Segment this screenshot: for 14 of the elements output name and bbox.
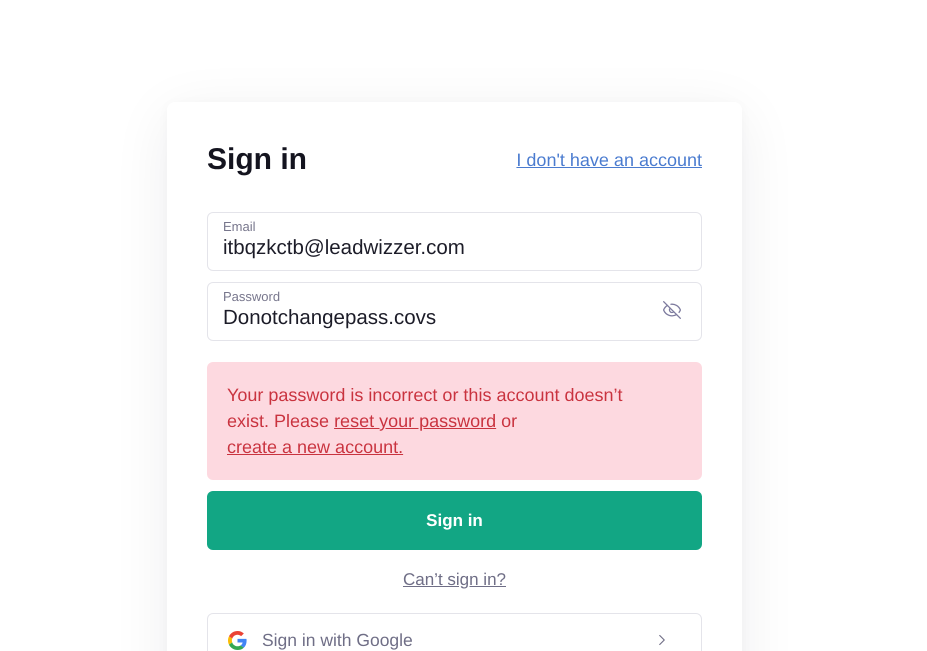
password-field[interactable]: Password Donotchangepass.covs — [207, 282, 702, 341]
sign-in-button[interactable]: Sign in — [207, 491, 702, 550]
field-label: Password — [223, 288, 280, 304]
eye-off-icon[interactable] — [662, 300, 682, 320]
create-account-link[interactable]: create a new account. — [227, 437, 404, 457]
field-label: Email — [223, 218, 256, 234]
google-logo-icon — [228, 631, 247, 650]
cant-sign-in-link[interactable]: Can’t sign in? — [402, 568, 506, 592]
google-sign-in-button[interactable]: Sign in with Google — [207, 613, 702, 651]
page-title: Sign in — [207, 142, 307, 178]
reset-password-link[interactable]: reset your password — [334, 411, 496, 431]
error-message: Your password is incorrect or this account doesn’t exist. Please reset your password or create a new account. — [227, 384, 624, 459]
no-account-link[interactable]: I don't have an account — [516, 149, 702, 171]
email-field[interactable]: Email itbqzkctb@leadwizzer.com — [207, 212, 702, 271]
